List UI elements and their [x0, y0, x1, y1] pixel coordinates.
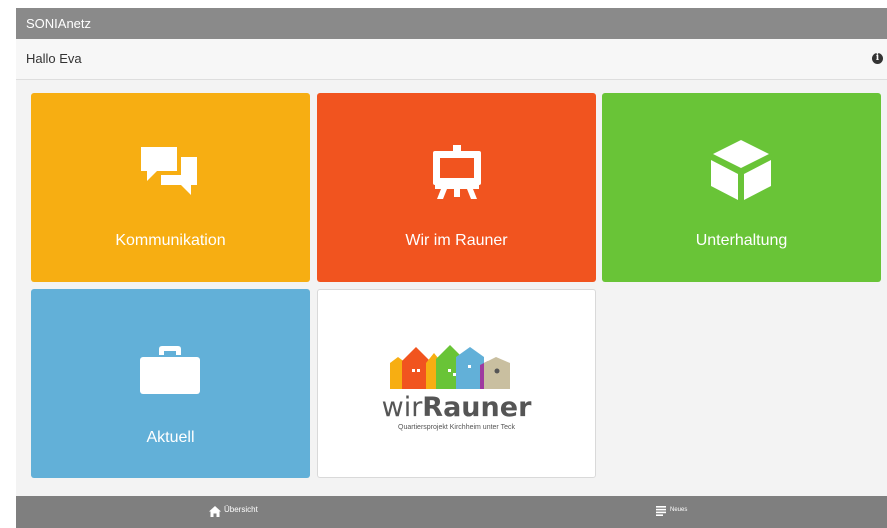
tile-label: Aktuell — [146, 429, 195, 446]
logo-rauner-text: Rauner — [422, 392, 532, 423]
logo-wordmark: wirRauner — [318, 392, 595, 423]
briefcase-icon — [140, 346, 200, 394]
app-window: SONIAnetz Hallo Eva i Kommunikation Wir … — [16, 8, 887, 528]
cube-icon — [711, 140, 771, 200]
info-icon[interactable]: i — [872, 53, 883, 64]
easel-icon — [433, 145, 481, 199]
nav-item-neues[interactable]: Neues — [654, 496, 714, 528]
greeting-bar: Hallo Eva i — [16, 39, 887, 80]
houses-logo-icon — [390, 345, 510, 389]
nav-label: Neues — [670, 507, 688, 513]
home-icon — [209, 506, 221, 517]
logo-subtitle: Quartiersprojekt Kirchheim unter Teck — [398, 424, 515, 431]
nav-label: Übersicht — [224, 505, 258, 514]
bottom-navbar: Übersicht Neues — [16, 496, 887, 528]
tile-kommunikation[interactable]: Kommunikation — [31, 93, 310, 282]
app-title-bar: SONIAnetz — [16, 8, 887, 39]
tile-label: Wir im Rauner — [405, 232, 508, 249]
tile-aktuell[interactable]: Aktuell — [31, 289, 310, 478]
app-title: SONIAnetz — [26, 16, 92, 31]
tile-wir-im-rauner[interactable]: Wir im Rauner — [317, 93, 596, 282]
greeting-text: Hallo Eva — [26, 51, 82, 66]
list-icon — [656, 506, 666, 516]
tile-label: Unterhaltung — [695, 232, 788, 249]
tile-label: Kommunikation — [115, 232, 226, 249]
tile-wirrauner-logo[interactable]: wirRauner Quartiersprojekt Kirchheim unt… — [317, 289, 596, 478]
chat-bubbles-icon — [141, 147, 197, 195]
logo-wir-text: wir — [381, 392, 423, 423]
nav-item-uebersicht[interactable]: Übersicht — [206, 496, 286, 528]
tile-unterhaltung[interactable]: Unterhaltung — [602, 93, 881, 282]
